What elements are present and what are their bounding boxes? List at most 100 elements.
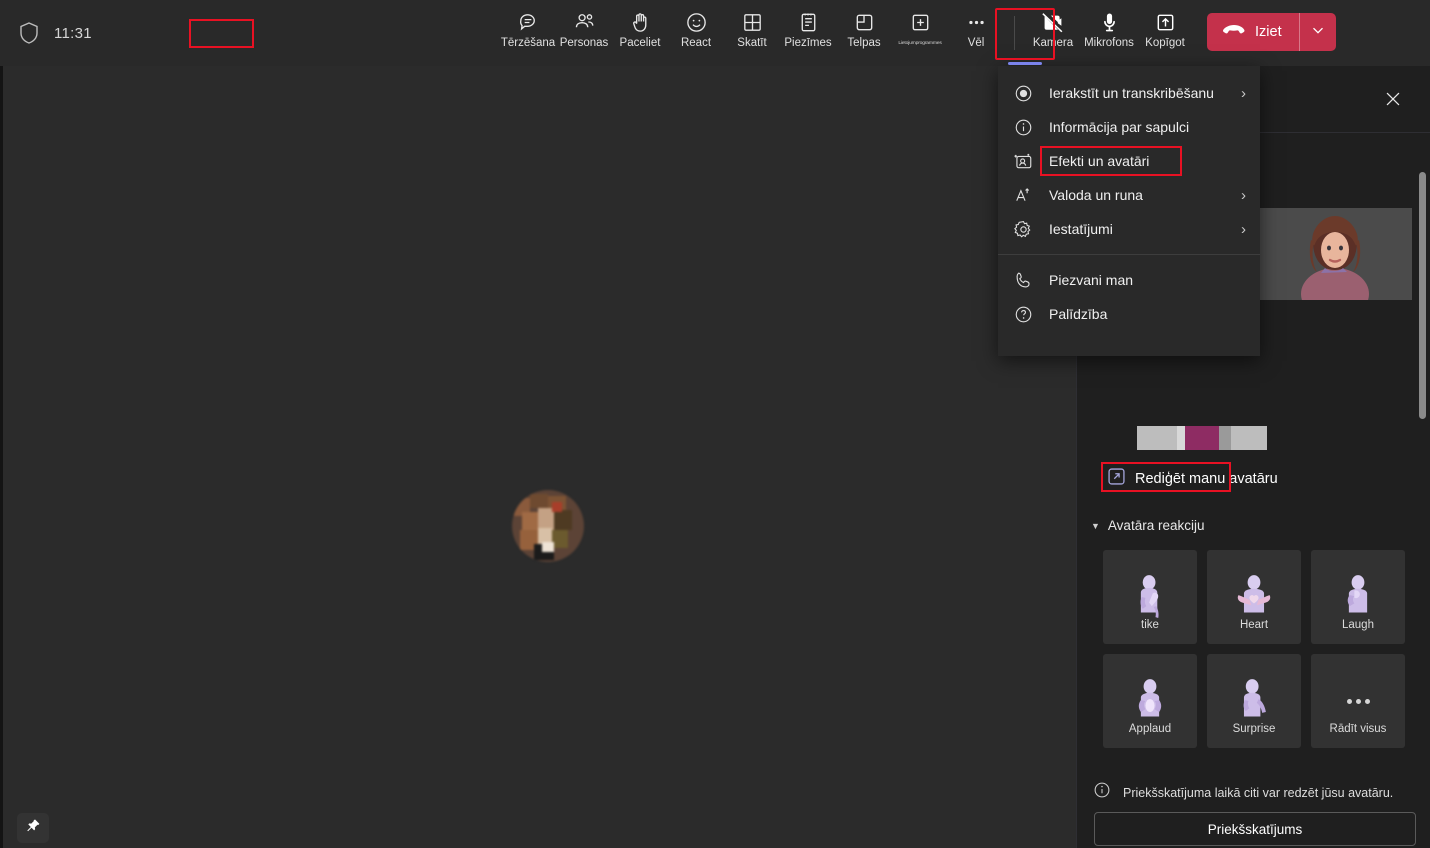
microphone-icon [1098, 9, 1121, 35]
edit-my-avatar-link[interactable]: Rediģēt manu avatāru [1077, 462, 1430, 496]
reaction-tile-surprise[interactable]: Surprise [1207, 654, 1301, 748]
avatar-like-icon [1129, 569, 1171, 625]
toolbar-button-microphone[interactable]: Mikrofons [1081, 3, 1137, 61]
pin-icon [25, 818, 41, 839]
people-icon [573, 9, 596, 35]
toolbar-left-group: 11:31 [0, 21, 500, 45]
avatar-reactions-section-header[interactable]: ▼ Avatāra reakciju [1091, 518, 1204, 533]
open-external-icon [1107, 467, 1126, 491]
reaction-label: Laugh [1342, 619, 1374, 631]
menu-item-label: Informācija par sapulci [1049, 119, 1190, 135]
more-button-active-indicator [1008, 62, 1042, 65]
preview-info-row: Priekšskatījuma laikā citi var redzēt jū… [1093, 781, 1423, 804]
menu-item-label: Piezvani man [1049, 272, 1134, 288]
chevron-right-icon: › [1241, 84, 1246, 102]
toolbar-button-more[interactable]: Vēl [948, 3, 1004, 61]
toolbar-center-group: Tērzēšana Personas Paceliet React Skatīt… [500, 0, 1193, 66]
menu-item-settings[interactable]: Iestatījumi › [998, 212, 1260, 246]
toolbar-label: Personas [559, 37, 609, 49]
phone-hangup-icon [1222, 23, 1246, 41]
meeting-toolbar: 11:31 Tērzēšana Personas Paceliet React … [0, 0, 1430, 66]
apps-plus-icon [909, 9, 932, 35]
ellipsis-icon [965, 9, 988, 35]
toolbar-button-people[interactable]: Personas [556, 3, 612, 61]
teams-meeting-window: 11:31 Tērzēšana Personas Paceliet React … [0, 0, 1430, 848]
avatar-surprise-icon [1233, 673, 1275, 729]
smiley-react-icon [685, 9, 708, 35]
reaction-label: Applaud [1128, 723, 1172, 735]
toolbar-button-view[interactable]: Skatīt [724, 3, 780, 61]
avatar-card-secondary[interactable] [1137, 426, 1267, 450]
grid-view-icon [741, 9, 764, 35]
menu-item-call-me[interactable]: Piezvani man [998, 263, 1260, 297]
menu-item-record-transcribe[interactable]: Ierakstīt un transkribēšanu › [998, 76, 1260, 110]
avatar-heart-icon [1233, 569, 1275, 625]
close-panel-button[interactable] [1380, 88, 1406, 114]
phone-call-icon [1012, 271, 1034, 290]
toolbar-button-chat[interactable]: Tērzēšana [500, 3, 556, 61]
info-circle-icon [1093, 781, 1111, 804]
menu-item-meeting-info[interactable]: Informācija par sapulci [998, 110, 1260, 144]
ellipsis-icon [1346, 673, 1370, 729]
toolbar-label: Tērzēšana [500, 37, 556, 49]
menu-item-language-and-speech[interactable]: Valoda un runa › [998, 178, 1260, 212]
chevron-right-icon: › [1241, 186, 1246, 204]
preview-button[interactable]: Priekšskatījums [1094, 812, 1416, 846]
toolbar-button-share[interactable]: Kopīgot [1137, 3, 1193, 61]
share-up-arrow-icon [1154, 9, 1177, 35]
reaction-tile-show-all[interactable]: Rādīt visus [1311, 654, 1405, 748]
toolbar-label: Piezīmes [784, 37, 832, 49]
menu-item-help[interactable]: Palīdzība [998, 297, 1260, 331]
toolbar-label: Mikrofons [1084, 37, 1134, 49]
toolbar-label: Kopīgot [1145, 37, 1185, 49]
reaction-tile-heart[interactable]: Heart [1207, 550, 1301, 644]
toolbar-button-raise-hand[interactable]: Paceliet [612, 3, 668, 61]
record-circle-icon [1012, 84, 1034, 103]
toolbar-button-notes[interactable]: Piezīmes [780, 3, 836, 61]
menu-item-label: Valoda un runa [1049, 187, 1143, 203]
toolbar-label: Lietojumprogrammes [898, 40, 942, 46]
avatar-thumbnail [1257, 208, 1412, 300]
toolbar-right-group: Iziet [1193, 0, 1336, 66]
reaction-tile-like[interactable]: tike [1103, 550, 1197, 644]
gallery-scrollbar[interactable] [1419, 160, 1426, 460]
avatar-laugh-icon [1337, 569, 1379, 625]
avatar-thumbnail [1137, 426, 1267, 450]
menu-item-label: Ierakstīt un transkribēšanu [1049, 85, 1214, 101]
meeting-stage [0, 66, 1076, 848]
pin-button[interactable] [17, 813, 49, 843]
more-options-menu: Ierakstīt un transkribēšanu › Informācij… [998, 66, 1260, 356]
chat-icon [517, 9, 540, 35]
close-icon [1382, 88, 1404, 115]
reaction-tile-applaud[interactable]: Applaud [1103, 654, 1197, 748]
gear-icon [1012, 220, 1034, 239]
toolbar-button-apps[interactable]: Lietojumprogrammes [892, 3, 948, 61]
leave-options-button[interactable] [1300, 13, 1336, 51]
camera-off-icon [1041, 9, 1065, 35]
toolbar-label: Vēl [967, 37, 985, 49]
avatar-card-selected[interactable] [1257, 208, 1412, 300]
edit-my-avatar-label: Rediģēt manu avatāru [1135, 471, 1278, 487]
toolbar-button-react[interactable]: React [668, 3, 724, 61]
chevron-down-icon: ▼ [1091, 520, 1100, 531]
gallery-scrollbar-thumb[interactable] [1419, 172, 1426, 419]
leave-meeting-button[interactable]: Iziet [1207, 13, 1299, 51]
toolbar-label: Paceliet [619, 37, 661, 49]
meeting-clock: 11:31 [54, 24, 92, 42]
language-translate-icon [1012, 186, 1034, 205]
rooms-icon [853, 9, 876, 35]
toolbar-divider [1014, 16, 1015, 50]
shield-icon [18, 21, 40, 45]
reaction-label: Rādīt visus [1329, 723, 1387, 735]
effects-avatar-icon [1012, 152, 1034, 171]
menu-item-label: Efekti un avatāri [1049, 153, 1150, 169]
avatar-reactions-grid: tike Heart Laugh Applaud Surprise Rādīt … [1103, 550, 1423, 748]
menu-item-label: Iestatījumi [1049, 221, 1113, 237]
menu-item-label: Palīdzība [1049, 306, 1108, 322]
reaction-tile-laugh[interactable]: Laugh [1311, 550, 1405, 644]
reaction-label: Surprise [1232, 723, 1276, 735]
toolbar-button-rooms[interactable]: Telpas [836, 3, 892, 61]
toolbar-button-camera[interactable]: Kamera [1025, 3, 1081, 61]
menu-item-effects-and-avatars[interactable]: Efekti un avatāri [998, 144, 1260, 178]
toolbar-label: React [680, 37, 712, 49]
